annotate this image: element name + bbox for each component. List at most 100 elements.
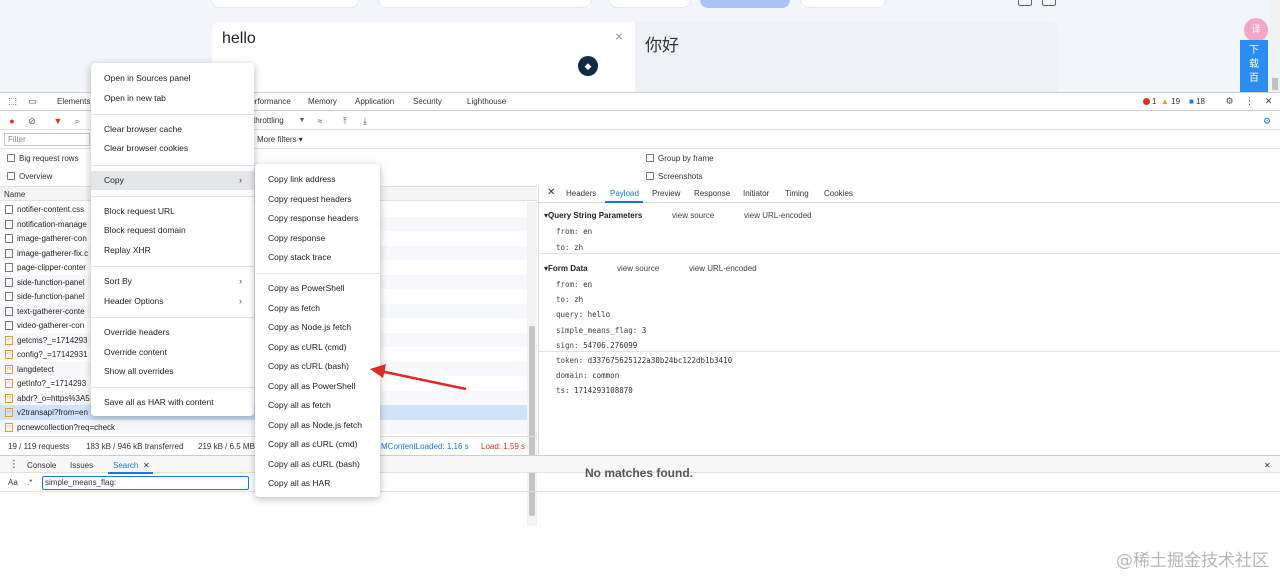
search-icon[interactable]: ⌕ [71, 115, 83, 127]
page-tab-active[interactable] [700, 0, 790, 8]
menu-item-label: Show all overrides [104, 366, 174, 376]
match-case-toggle[interactable]: Aa [8, 478, 18, 487]
menu-item-copy-response[interactable]: Copy response [255, 229, 380, 249]
menu-item-block-request-domain[interactable]: Block request domain [91, 221, 254, 241]
close-drawer-icon[interactable]: ✕ [1264, 461, 1271, 470]
close-search-tab-icon[interactable]: ✕ [143, 461, 150, 470]
form-view-source-link[interactable]: view source [617, 264, 659, 273]
query-params-title[interactable]: ▾Query String Parameters [544, 211, 642, 220]
page-tab[interactable] [211, 0, 359, 8]
menu-item-copy-all-as-har[interactable]: Copy all as HAR [255, 474, 380, 494]
source-text-panel[interactable]: hello × ◆ [212, 22, 635, 92]
query-view-source-link[interactable]: view source [672, 211, 714, 220]
screenshots-checkbox[interactable] [646, 172, 654, 180]
group-by-frame-checkbox[interactable] [646, 154, 654, 162]
warning-count[interactable]: ▲ 19 [1161, 97, 1180, 106]
tab-preview[interactable]: Preview [652, 189, 680, 198]
tab-search[interactable]: Search [113, 461, 138, 470]
form-view-encoded-link[interactable]: view URL-encoded [689, 264, 757, 273]
record-icon[interactable]: ● [6, 115, 18, 127]
menu-item-override-content[interactable]: Override content [91, 343, 254, 363]
menu-item-open-in-new-tab[interactable]: Open in new tab [91, 89, 254, 109]
page-tab[interactable] [800, 0, 886, 8]
tab-timing[interactable]: Timing [785, 189, 809, 198]
network-settings-icon[interactable]: ⚙ [1261, 115, 1273, 127]
tab-elements[interactable]: Elements [57, 97, 90, 106]
tab-issues[interactable]: Issues [70, 461, 93, 470]
filter-icon[interactable]: ▼ [52, 115, 64, 127]
clear-icon[interactable]: × [615, 28, 623, 44]
menu-item-copy-all-as-powershell[interactable]: Copy all as PowerShell [255, 377, 380, 397]
clear-icon[interactable]: ⊘ [26, 115, 38, 127]
tab-initiator[interactable]: Initiator [743, 189, 769, 198]
tab-application[interactable]: Application [355, 97, 394, 106]
menu-item-copy-as-curl-bash[interactable]: Copy as cURL (bash) [255, 357, 380, 377]
menu-item-block-request-url[interactable]: Block request URL [91, 202, 254, 222]
issue-count[interactable]: ■ 18 [1189, 97, 1205, 106]
window-icon[interactable] [1018, 0, 1032, 6]
menu-item-clear-browser-cookies[interactable]: Clear browser cookies [91, 139, 254, 159]
menu-item-copy[interactable]: Copy › [91, 170, 254, 191]
menu-item-copy-response-headers[interactable]: Copy response headers [255, 209, 380, 229]
drawer-menu-icon[interactable]: ⋮ [9, 459, 19, 470]
tab-memory[interactable]: Memory [308, 97, 337, 106]
menu-item-clear-browser-cache[interactable]: Clear browser cache [91, 120, 254, 140]
menu-item-replay-xhr[interactable]: Replay XHR [91, 241, 254, 261]
menu-item-copy-link-address[interactable]: Copy link address [255, 170, 380, 190]
menu-item-copy-all-as-fetch[interactable]: Copy all as fetch [255, 396, 380, 416]
menu-item-override-headers[interactable]: Override headers [91, 323, 254, 343]
menu-item-open-in-sources-panel[interactable]: Open in Sources panel [91, 69, 254, 89]
translate-assist-icon[interactable]: ◆ [578, 56, 598, 76]
tab-lighthouse[interactable]: Lighthouse [467, 97, 506, 106]
menu-item-copy-as-powershell[interactable]: Copy as PowerShell [255, 279, 380, 299]
download-button[interactable]: 下载百 [1240, 40, 1268, 92]
menu-item-copy-as-curl-cmd[interactable]: Copy as cURL (cmd) [255, 338, 380, 358]
menu-item-copy-as-fetch[interactable]: Copy as fetch [255, 299, 380, 319]
form-data-title[interactable]: ▾Form Data [544, 264, 588, 273]
source-text[interactable]: hello [222, 30, 256, 48]
menu-item-copy-all-as-curl-cmd[interactable]: Copy all as cURL (cmd) [255, 435, 380, 455]
menu-item-copy-as-node-js-fetch[interactable]: Copy as Node.js fetch [255, 318, 380, 338]
menu-item-copy-stack-trace[interactable]: Copy stack trace [255, 248, 380, 268]
menu-item-show-all-overrides[interactable]: Show all overrides [91, 362, 254, 382]
menu-item-copy-all-as-curl-bash[interactable]: Copy all as cURL (bash) [255, 455, 380, 475]
menu-item-save-all-as-har-with-content[interactable]: Save all as HAR with content [91, 393, 254, 413]
query-view-encoded-link[interactable]: view URL-encoded [744, 211, 812, 220]
page-tab[interactable] [378, 0, 592, 8]
big-rows-checkbox[interactable] [7, 154, 15, 162]
window-icon[interactable] [1042, 0, 1056, 6]
search-input[interactable]: simple_means_flag: [42, 476, 249, 490]
menu-item-copy-request-headers[interactable]: Copy request headers [255, 190, 380, 210]
menu-item-header-options[interactable]: Header Options › [91, 292, 254, 312]
fanyi-badge-icon[interactable]: 译 [1244, 18, 1268, 42]
request-name: pcnewcollection?req=check [17, 422, 116, 432]
menu-item-sort-by[interactable]: Sort By › [91, 272, 254, 292]
filter-input[interactable]: Filter [4, 133, 90, 146]
throttling-select[interactable]: throttling [253, 116, 284, 125]
regex-toggle[interactable]: .* [27, 478, 32, 487]
tab-security[interactable]: Security [413, 97, 442, 106]
inspect-icon[interactable]: ⬚ [7, 96, 18, 107]
throttling-chevron-icon[interactable]: ▼ [296, 115, 308, 127]
close-detail-icon[interactable]: ✕ [547, 187, 555, 198]
settings-icon[interactable]: ⚙ [1224, 96, 1235, 107]
tab-cookies[interactable]: Cookies [824, 189, 853, 198]
download-icon[interactable]: ⤓ [359, 115, 371, 127]
menu-item-copy-all-as-node-js-fetch[interactable]: Copy all as Node.js fetch [255, 416, 380, 436]
network-conditions-icon[interactable]: ≈ [314, 115, 326, 127]
more-filters-button[interactable]: More filters ▾ [257, 135, 303, 144]
overview-checkbox[interactable] [7, 172, 15, 180]
page-scrollbar[interactable] [1270, 0, 1280, 92]
tab-console[interactable]: Console [27, 461, 56, 470]
error-count[interactable]: 1 [1143, 97, 1156, 106]
more-options-icon[interactable]: ⋮ [1244, 96, 1255, 107]
tab-payload[interactable]: Payload [610, 189, 639, 198]
name-column-header[interactable]: Name [4, 190, 25, 199]
param-key: from: [556, 280, 579, 289]
upload-icon[interactable]: ⤒ [339, 115, 351, 127]
page-tab[interactable] [609, 0, 691, 8]
tab-headers[interactable]: Headers [566, 189, 596, 198]
close-devtools-icon[interactable]: ✕ [1263, 96, 1274, 107]
device-toggle-icon[interactable]: ▭ [27, 96, 38, 107]
tab-response[interactable]: Response [694, 189, 730, 198]
